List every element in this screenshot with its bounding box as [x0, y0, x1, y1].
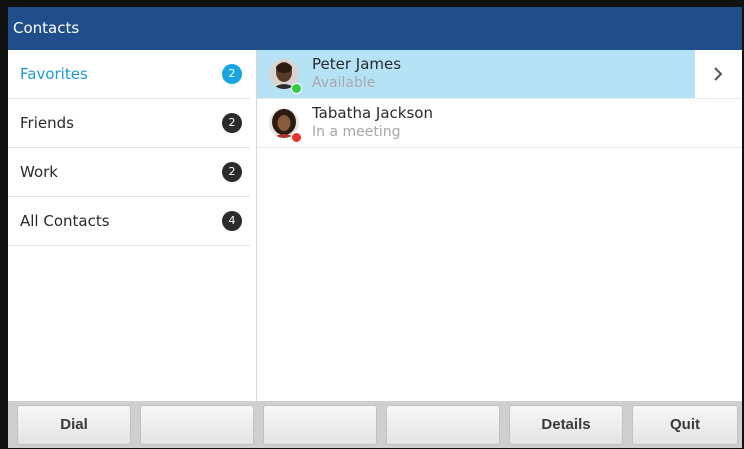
sidebar-item-all-contacts[interactable]: All Contacts 4: [8, 197, 250, 246]
softkey-4-button[interactable]: [386, 405, 500, 445]
details-button[interactable]: Details: [509, 405, 623, 445]
contact-name: Tabatha Jackson: [312, 104, 433, 122]
sidebar-item-favorites[interactable]: Favorites 2: [8, 50, 250, 99]
softkey-2-button[interactable]: [140, 405, 254, 445]
sidebar-item-label: Work: [20, 163, 58, 181]
softkey-bar: Dial Details Quit: [8, 401, 742, 448]
busy-status-icon: [291, 132, 302, 143]
screen: Contacts Favorites 2 Friends 2 Work 2 Al…: [8, 7, 742, 448]
sidebar-item-label: All Contacts: [20, 212, 110, 230]
title-bar: Contacts: [8, 7, 742, 50]
contact-row-peter-james[interactable]: Peter James Available: [257, 50, 742, 99]
sidebar-item-friends[interactable]: Friends 2: [8, 99, 250, 148]
contact-list: Peter James Available Tabatha Jackson In…: [257, 50, 742, 401]
count-badge: 2: [222, 64, 242, 84]
page-title: Contacts: [13, 19, 80, 37]
contact-status: Available: [312, 75, 376, 91]
quit-button[interactable]: Quit: [632, 405, 738, 445]
contact-status: In a meeting: [312, 124, 401, 140]
phone-frame: Contacts Favorites 2 Friends 2 Work 2 Al…: [0, 0, 744, 449]
contact-row-tabatha-jackson[interactable]: Tabatha Jackson In a meeting: [257, 99, 742, 148]
count-badge: 2: [222, 162, 242, 182]
softkey-3-button[interactable]: [263, 405, 377, 445]
available-status-icon: [291, 83, 302, 94]
contact-groups-sidebar: Favorites 2 Friends 2 Work 2 All Contact…: [8, 50, 257, 401]
dial-button[interactable]: Dial: [17, 405, 131, 445]
sidebar-item-label: Friends: [20, 114, 74, 132]
sidebar-item-work[interactable]: Work 2: [8, 148, 250, 197]
sidebar-item-label: Favorites: [20, 65, 88, 83]
chevron-right-icon[interactable]: [710, 66, 726, 82]
contact-name: Peter James: [312, 55, 402, 73]
count-badge: 2: [222, 113, 242, 133]
count-badge: 4: [222, 211, 242, 231]
